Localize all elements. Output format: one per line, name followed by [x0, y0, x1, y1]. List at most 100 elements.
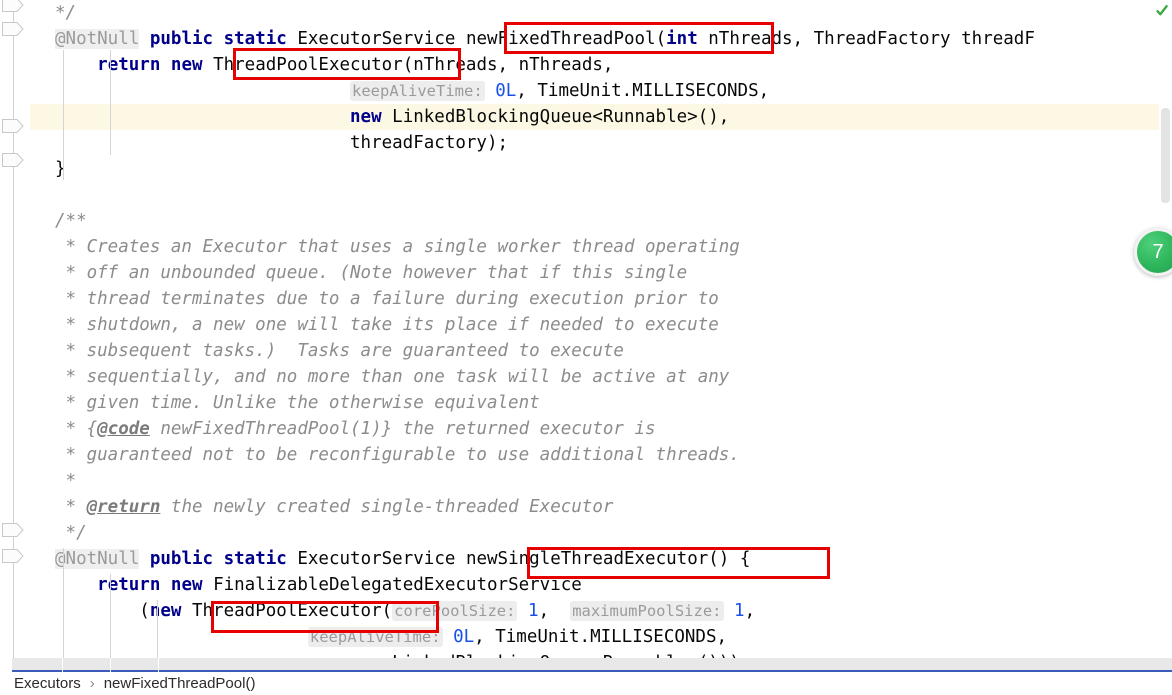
- breadcrumb[interactable]: Executors › newFixedThreadPool(): [0, 672, 1172, 695]
- code-token: *: [55, 471, 77, 491]
- code-token: corePoolSize:: [392, 601, 518, 621]
- code-token: ,: [758, 81, 770, 101]
- code-token: (: [55, 601, 150, 621]
- code-token: keepAliveTime:: [307, 627, 443, 647]
- fold-marker-4[interactable]: [2, 153, 24, 167]
- gutter-divider-line: [13, 0, 14, 695]
- fold-marker-1[interactable]: [2, 0, 24, 12]
- code-token: ExecutorService newSingleThreadExecutor(…: [286, 549, 751, 569]
- code-token: /**: [55, 211, 87, 231]
- code-token: ,: [538, 601, 571, 621]
- code-line[interactable]: [0, 182, 1160, 208]
- code-line[interactable]: * sequentially, and no more than one tas…: [0, 364, 1160, 390]
- code-token: new: [350, 107, 382, 127]
- breadcrumb-item-class[interactable]: Executors: [14, 672, 81, 695]
- code-token: ,: [716, 627, 728, 647]
- code-line[interactable]: return new ThreadPoolExecutor(nThreads, …: [0, 52, 1160, 78]
- code-line[interactable]: threadFactory);: [0, 130, 1160, 156]
- code-token: */: [55, 3, 77, 23]
- code-line[interactable]: }: [0, 156, 1160, 182]
- breadcrumb-separator-icon: ›: [89, 675, 95, 692]
- code-token: * shutdown, a new one will take its plac…: [55, 315, 719, 335]
- code-token: ,: [744, 601, 756, 621]
- code-token: new: [149, 601, 182, 621]
- code-token: newFixedThreadPool(1)} the returned exec…: [149, 419, 656, 439]
- code-token: the newly created single-threaded Execut…: [160, 497, 614, 517]
- code-line[interactable]: (new ThreadPoolExecutor(corePoolSize: 1,…: [0, 598, 1160, 624]
- code-token: @NotNull: [55, 29, 140, 49]
- code-line[interactable]: /**: [0, 208, 1160, 234]
- strip-divider-1: [62, 658, 63, 672]
- code-token: * {: [55, 419, 98, 439]
- code-token: new: [170, 575, 203, 595]
- breadcrumb-item-method[interactable]: newFixedThreadPool(): [104, 672, 256, 695]
- code-token: * guaranteed not to be reconfigurable to…: [55, 445, 740, 465]
- code-line[interactable]: * off an unbounded queue. (Note however …: [0, 260, 1160, 286]
- code-line[interactable]: * Creates an Executor that uses a single…: [0, 234, 1160, 260]
- code-token: maximumPoolSize:: [570, 601, 724, 621]
- code-token: MILLISECONDS: [590, 627, 717, 647]
- code-line[interactable]: * thread terminates due to a failure dur…: [0, 286, 1160, 312]
- code-line[interactable]: *: [0, 468, 1160, 494]
- code-token: LinkedBlockingQueue<Runnable>(),: [381, 107, 730, 127]
- code-line[interactable]: */: [0, 0, 1160, 26]
- code-line[interactable]: * {@code newFixedThreadPool(1)} the retu…: [0, 416, 1160, 442]
- inspection-status-ok-icon[interactable]: [1155, 3, 1169, 22]
- strip-divider-2: [110, 658, 111, 672]
- code-editor[interactable]: */ @NotNull public static ExecutorService…: [0, 0, 1172, 695]
- code-token: * thread terminates due to a failure dur…: [55, 289, 719, 309]
- code-token: * off an unbounded queue. (Note however …: [55, 263, 688, 283]
- code-token: * given time. Unlike the otherwise equiv…: [55, 393, 540, 413]
- inspection-hint-badge-label: 7: [1152, 240, 1164, 263]
- code-token: ThreadPoolExecutor(nThreads, nThreads,: [202, 55, 614, 75]
- code-line[interactable]: new LinkedBlockingQueue<Runnable>(),: [0, 104, 1160, 130]
- code-line[interactable]: * shutdown, a new one will take its plac…: [0, 312, 1160, 338]
- code-token: static: [223, 29, 287, 49]
- code-token: ThreadPoolExecutor(: [181, 601, 393, 621]
- code-token: public: [149, 549, 214, 569]
- code-line[interactable]: return new FinalizableDelegatedExecutorS…: [0, 572, 1160, 598]
- indent-guide-3: [63, 548, 64, 672]
- editor-code-area[interactable]: */ @NotNull public static ExecutorService…: [0, 0, 1160, 672]
- fold-marker-2[interactable]: [2, 22, 24, 36]
- code-token: , TimeUnit.: [474, 627, 591, 647]
- code-token: 0L: [495, 81, 517, 101]
- vertical-scrollbar-thumb[interactable]: [1161, 108, 1170, 203]
- code-line[interactable]: * given time. Unlike the otherwise equiv…: [0, 390, 1160, 416]
- indent-guide-2: [110, 50, 111, 155]
- editor-gutter[interactable]: [0, 0, 30, 695]
- code-token: return: [97, 575, 161, 595]
- indent-guide-1: [63, 50, 64, 180]
- code-line[interactable]: * @return the newly created single-threa…: [0, 494, 1160, 520]
- fold-marker-6[interactable]: [2, 549, 24, 563]
- code-line[interactable]: * subsequent tasks.) Tasks are guarantee…: [0, 338, 1160, 364]
- code-token: * subsequent tasks.) Tasks are guarantee…: [55, 341, 624, 361]
- code-line[interactable]: keepAliveTime: 0L, TimeUnit.MILLISECONDS…: [0, 78, 1160, 104]
- code-line[interactable]: @NotNull public static ExecutorService n…: [0, 546, 1160, 572]
- code-line[interactable]: @NotNull public static ExecutorService n…: [0, 26, 1160, 52]
- strip-left-cap: [0, 658, 12, 672]
- code-line[interactable]: * guaranteed not to be reconfigurable to…: [0, 442, 1160, 468]
- code-line[interactable]: keepAliveTime: 0L, TimeUnit.MILLISECONDS…: [0, 624, 1160, 650]
- code-token: static: [223, 549, 287, 569]
- code-token: nThreads, ThreadFactory threadF: [697, 29, 1035, 49]
- fold-marker-3[interactable]: [2, 119, 24, 133]
- vertical-scrollbar-track[interactable]: [1159, 0, 1172, 672]
- code-line[interactable]: */: [0, 520, 1160, 546]
- fold-marker-5[interactable]: [2, 523, 24, 537]
- code-token: public: [149, 29, 214, 49]
- code-token: @code: [97, 419, 150, 439]
